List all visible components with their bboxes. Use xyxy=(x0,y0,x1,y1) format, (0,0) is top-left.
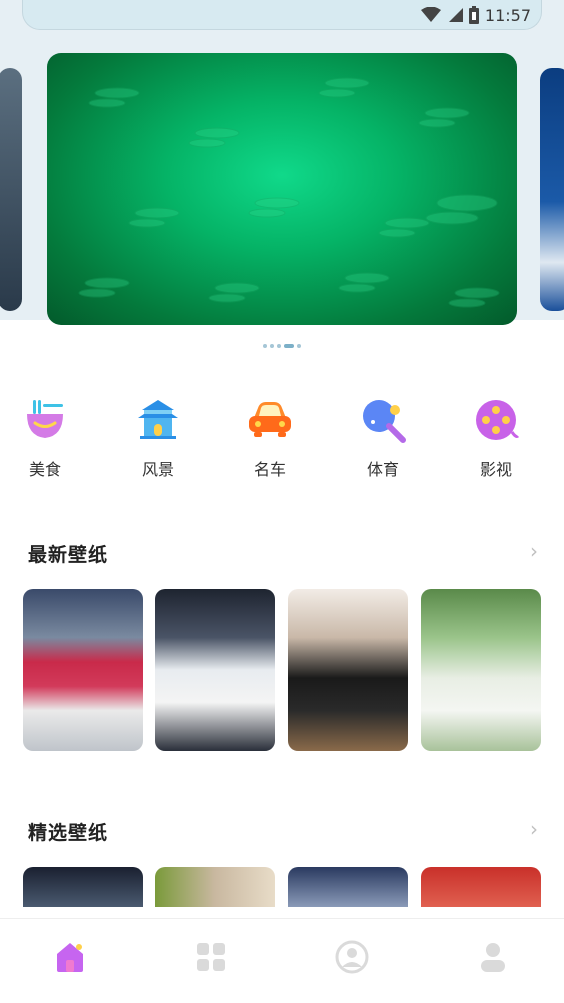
banner-slide-next[interactable] xyxy=(540,68,564,311)
battery-icon xyxy=(468,6,479,24)
wallpaper-thumbnail[interactable] xyxy=(155,867,275,907)
category-label: 风景 xyxy=(141,460,174,479)
wallpaper-thumbnail[interactable] xyxy=(23,589,143,751)
banner-slide-current[interactable] xyxy=(47,53,517,325)
category-label: 名车 xyxy=(253,460,286,479)
food-bowl-icon xyxy=(27,400,63,438)
category-scenery[interactable]: 风景 xyxy=(128,396,188,480)
car-icon xyxy=(249,402,291,437)
category-row: 美食 风景 名车 体育 影视 xyxy=(0,396,564,479)
category-sports[interactable]: 体育 xyxy=(353,396,413,480)
wifi-icon xyxy=(420,7,441,22)
section-title-latest: 最新壁纸 xyxy=(28,544,109,566)
ping-pong-icon xyxy=(363,400,406,443)
grid-icon[interactable] xyxy=(193,939,229,975)
wallpaper-thumbnail[interactable] xyxy=(421,589,541,751)
pavilion-icon xyxy=(138,400,178,439)
film-reel-icon xyxy=(476,400,520,440)
status-time: 11:57 xyxy=(484,5,531,25)
banner-dot xyxy=(277,344,281,348)
banner-dot-active xyxy=(284,344,294,348)
wallpaper-thumbnail[interactable] xyxy=(288,589,408,751)
wallpaper-thumbnail[interactable] xyxy=(421,867,541,907)
wallpaper-thumbnail[interactable] xyxy=(155,589,275,751)
banner-pagination xyxy=(0,344,564,348)
profile-circle-icon[interactable] xyxy=(334,939,370,975)
banner-dot xyxy=(297,344,301,348)
home-icon[interactable] xyxy=(52,939,88,975)
banner-dot xyxy=(263,344,267,348)
wallpaper-thumbnail[interactable] xyxy=(288,867,408,907)
banner-slide-previous[interactable] xyxy=(0,68,22,311)
category-movies[interactable]: 影视 xyxy=(466,396,526,480)
section-more-latest[interactable]: › xyxy=(530,539,538,563)
category-food[interactable]: 美食 xyxy=(15,396,75,480)
status-bar: 11:57 xyxy=(22,0,542,30)
banner-dragonfly-pattern xyxy=(78,77,500,308)
section-more-featured[interactable]: › xyxy=(530,817,538,841)
category-cars[interactable]: 名车 xyxy=(240,396,300,480)
status-icons: 11:57 xyxy=(420,3,531,27)
wallpaper-thumbnail[interactable] xyxy=(23,867,143,907)
category-label: 美食 xyxy=(28,460,61,479)
bottom-tab-bar xyxy=(0,918,564,1003)
banner-dot xyxy=(270,344,274,348)
category-label: 体育 xyxy=(366,460,399,479)
category-label: 影视 xyxy=(479,460,512,479)
section-title-featured: 精选壁纸 xyxy=(28,822,109,844)
signal-icon xyxy=(448,8,463,22)
user-icon[interactable] xyxy=(475,939,511,975)
